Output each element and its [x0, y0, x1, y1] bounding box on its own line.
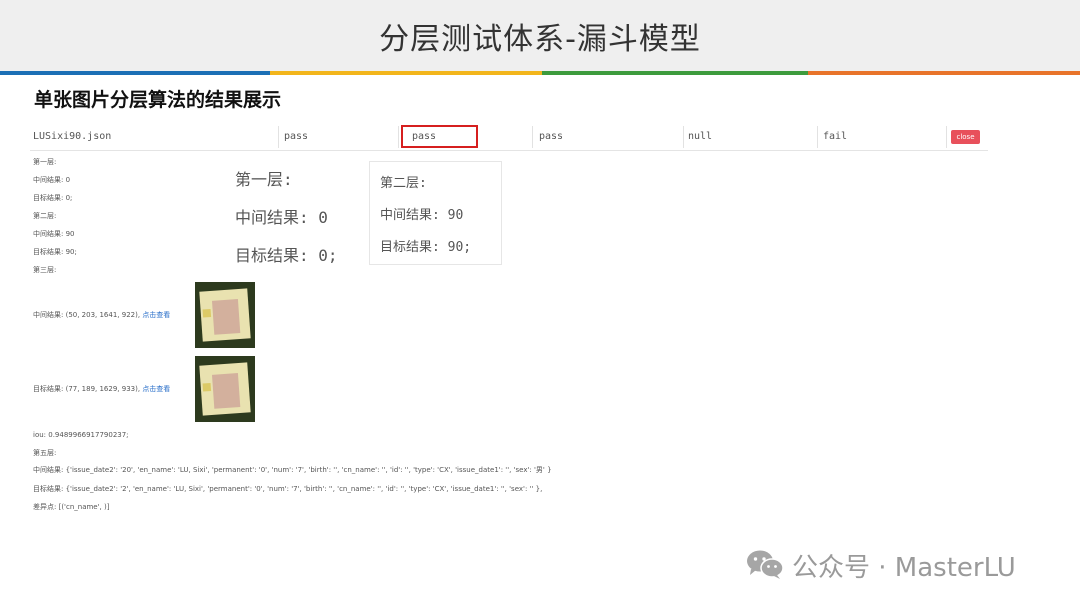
layer3-mid: 中间结果: (50, 203, 1641, 922),: [33, 311, 141, 319]
card-chip: [202, 308, 212, 318]
row-divider: [532, 126, 533, 148]
layer5-target: 目标结果: {'issue_date2': '2', 'en_name': 'L…: [33, 485, 543, 493]
slide-header: 分层测试体系-漏斗模型: [0, 0, 1080, 72]
zoom-layer1-title: 第一层:: [235, 170, 293, 189]
blur-mask: [211, 373, 241, 409]
layer3-target-line: 目标结果: (77, 189, 1629, 933), 点击查看: [33, 384, 170, 394]
zoom-layer2-mid: 中间结果: 90: [380, 208, 464, 223]
card-thumbnail: [195, 356, 255, 422]
result-cell-3: pass: [539, 131, 564, 142]
slide-title: 分层测试体系-漏斗模型: [379, 22, 701, 57]
color-stripe-orange: [808, 71, 1080, 75]
layer1-title: 第一层:: [33, 158, 57, 166]
card-thumbnail: [195, 282, 255, 348]
row-divider: [683, 126, 684, 148]
result-cell-5: fail: [823, 131, 848, 142]
row-divider: [278, 126, 279, 148]
wechat-icon: [747, 550, 784, 579]
close-button[interactable]: close: [951, 130, 980, 144]
zoom-layer2-title: 第二层:: [380, 176, 427, 191]
layer2-title: 第二层:: [33, 212, 57, 220]
footer-watermark: 公众号 · MasterLU: [792, 553, 1016, 583]
result-cell-4: null: [688, 131, 713, 142]
zoom-layer1-mid: 中间结果: 0: [235, 208, 328, 227]
row-divider: [946, 126, 947, 148]
view-link[interactable]: 点击查看: [142, 385, 170, 393]
color-stripe-blue: [0, 71, 270, 75]
section-title: 单张图片分层算法的结果展示: [34, 89, 282, 111]
diff-line: 差异点: [('cn_name', )]: [33, 503, 110, 511]
result-row: LUSixi90.json pass pass pass null fail: [30, 124, 988, 151]
layer3-mid-line: 中间结果: (50, 203, 1641, 922), 点击查看: [33, 310, 170, 320]
layer3-target: 目标结果: (77, 189, 1629, 933),: [33, 385, 141, 393]
result-cell-1: pass: [284, 131, 309, 142]
zoom-layer1-target: 目标结果: 0;: [235, 246, 338, 265]
zoom-layer2-panel: 第二层: 中间结果: 90 目标结果: 90;: [369, 161, 502, 265]
card-image: [199, 288, 251, 342]
layer2-mid: 中间结果: 90: [33, 230, 75, 238]
color-stripe-green: [542, 71, 808, 75]
color-stripe-yellow: [270, 71, 542, 75]
layer2-target: 目标结果: 90;: [33, 248, 77, 256]
iou-line: iou: 0.9489966917790237;: [33, 431, 129, 439]
layer5-title: 第五层:: [33, 449, 57, 457]
highlight-box: [401, 125, 478, 148]
card-chip: [202, 382, 212, 392]
view-link[interactable]: 点击查看: [142, 311, 170, 319]
card-image: [199, 362, 251, 416]
row-divider: [817, 126, 818, 148]
blur-mask: [211, 299, 241, 335]
layer1-mid: 中间结果: 0: [33, 176, 71, 184]
layer5-mid: 中间结果: {'issue_date2': '20', 'en_name': '…: [33, 466, 552, 474]
row-divider: [398, 126, 399, 148]
result-file-name: LUSixi90.json: [33, 131, 112, 142]
layer1-target: 目标结果: 0;: [33, 194, 73, 202]
layer3-title: 第三层:: [33, 266, 57, 274]
zoom-layer2-target: 目标结果: 90;: [380, 240, 472, 255]
